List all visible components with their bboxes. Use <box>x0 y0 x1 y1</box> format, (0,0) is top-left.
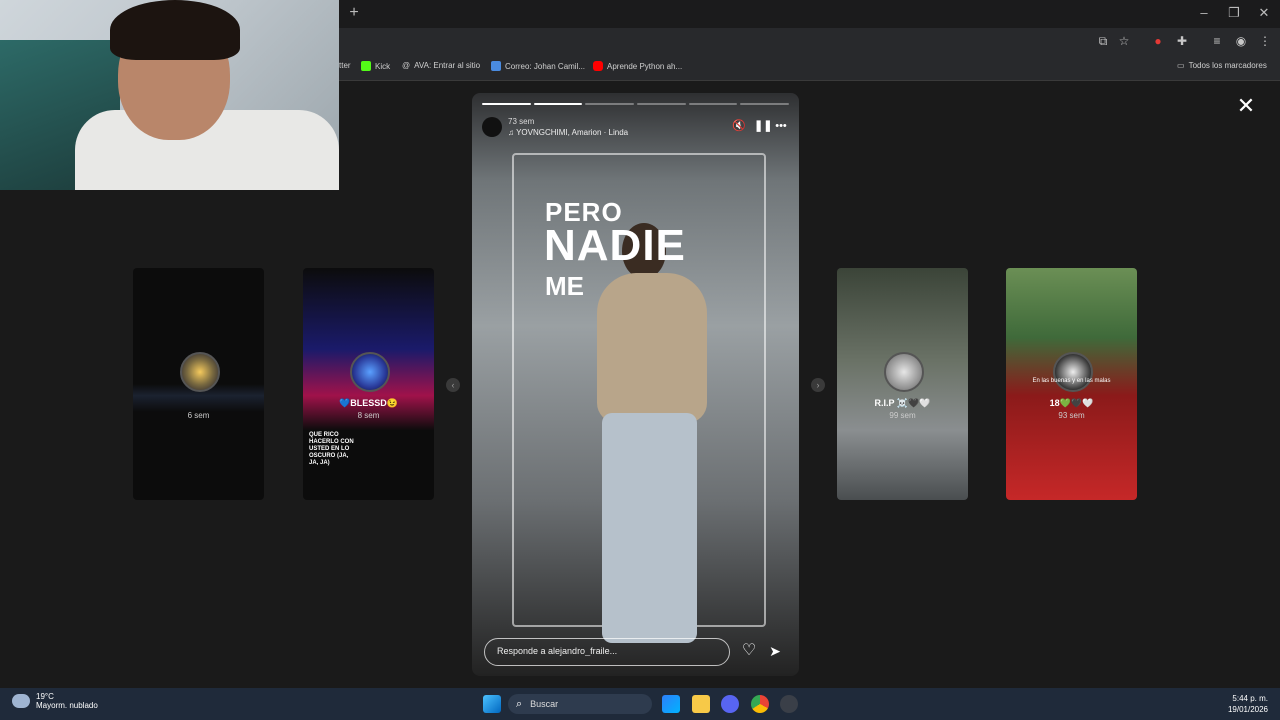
story-progress-bar <box>482 103 790 105</box>
story-username: R.I.P ☠️🖤🤍 <box>874 398 931 408</box>
story-song[interactable]: ♫ YOVNGCHIMI, Amarion · Linda <box>508 128 628 137</box>
pause-icon[interactable]: ❚❚ <box>754 119 772 133</box>
cloud-icon <box>12 694 30 708</box>
progress-segment <box>533 103 583 105</box>
minimize-button[interactable]: – <box>1194 5 1214 20</box>
webcam-overlay <box>0 0 339 190</box>
story-time: 93 sem <box>1058 411 1085 420</box>
taskbar-search[interactable]: ⌕ Buscar <box>508 694 652 714</box>
bookmark-item-kick[interactable]: Kick <box>361 61 390 71</box>
story-time: 6 sem <box>187 411 210 420</box>
star-icon[interactable]: ☆ <box>1117 34 1131 48</box>
story-text: ME <box>545 271 584 301</box>
avatar <box>1053 352 1093 392</box>
maximize-button[interactable]: ❐ <box>1224 5 1244 21</box>
more-options-icon[interactable]: ••• <box>774 119 788 133</box>
story-username: 💙BLESSD😉 <box>339 398 398 408</box>
progress-segment <box>637 103 686 105</box>
weather-description: Mayorm. nublado <box>36 701 98 710</box>
story-time: 8 sem <box>357 411 380 420</box>
system-clock[interactable]: 5:44 p. m. 19/01/2026 <box>1228 693 1268 715</box>
bookmark-item[interactable]: tter <box>339 61 351 70</box>
weather-widget[interactable]: 19°C Mayorm. nublado <box>12 692 98 710</box>
profile-icon[interactable]: ◉ <box>1234 34 1248 48</box>
app-icon[interactable] <box>780 695 798 713</box>
progress-segment <box>688 103 738 105</box>
mail-icon <box>491 61 501 71</box>
file-explorer-icon[interactable] <box>692 695 710 713</box>
story-caption: En las buenas y en las malas <box>1032 378 1111 384</box>
story-time: 73 sem <box>508 117 535 126</box>
progress-segment <box>482 103 531 105</box>
bookmark-item-mail[interactable]: Correo: Johan Camil... <box>491 61 585 71</box>
windows-start-icon[interactable] <box>483 695 501 713</box>
install-app-icon[interactable]: ⧉ <box>1096 34 1110 48</box>
kick-icon <box>361 61 371 71</box>
chevron-left-icon[interactable]: ‹ <box>446 378 460 392</box>
music-icon: ♫ <box>508 128 517 137</box>
story-preview-card[interactable]: En las buenas y en las malas 18💚🖤🤍 93 se… <box>1006 268 1137 500</box>
close-window-button[interactable]: ✕ <box>1254 5 1274 21</box>
bookmark-item-youtube[interactable]: Aprende Python ah... <box>593 61 682 71</box>
progress-segment <box>585 103 635 105</box>
youtube-icon <box>593 61 603 71</box>
media-control-icon[interactable]: ≡ <box>1210 34 1224 48</box>
story-song-label: YOVNGCHIMI, Amarion · Linda <box>516 128 629 137</box>
story-image <box>597 273 707 423</box>
story-username: 18💚🖤🤍 <box>1049 398 1094 408</box>
menu-dots-icon[interactable]: ⋮ <box>1258 34 1272 48</box>
chevron-right-icon[interactable]: › <box>811 378 825 392</box>
avatar <box>180 352 220 392</box>
clock-time: 5:44 p. m. <box>1232 694 1268 703</box>
story-preview-card[interactable]: 💙BLESSD😉 8 sem QUE RICO HACERLO CON USTE… <box>303 268 434 500</box>
all-bookmarks[interactable]: ▭ Todos los marcadores <box>1177 61 1267 70</box>
folder-icon: ▭ <box>1177 61 1185 70</box>
avatar <box>350 352 390 392</box>
discord-icon[interactable] <box>721 695 739 713</box>
avatar[interactable] <box>482 117 502 137</box>
story-image <box>602 413 697 643</box>
close-icon[interactable]: ✕ <box>1236 95 1256 117</box>
avatar <box>884 352 924 392</box>
bookmark-item-ava[interactable]: @ AVA: Entrar al sitio <box>402 61 480 70</box>
story-text: NADIE <box>544 221 686 270</box>
extension-record-icon[interactable]: ● <box>1151 34 1165 48</box>
weather-temperature: 19°C <box>36 692 54 701</box>
reply-input[interactable] <box>485 639 739 663</box>
story-preview-card[interactable]: R.I.P ☠️🖤🤍 99 sem <box>837 268 968 500</box>
copilot-icon[interactable] <box>662 695 680 713</box>
puzzle-icon[interactable]: ✚ <box>1175 34 1189 48</box>
active-story[interactable]: 73 sem ♫ YOVNGCHIMI, Amarion · Linda 🔇 ❚… <box>472 93 799 676</box>
at-icon: @ <box>402 61 411 70</box>
new-tab-button[interactable]: + <box>346 5 362 21</box>
webcam-image <box>110 0 240 60</box>
search-label: Buscar <box>530 699 559 709</box>
story-caption: QUE RICO HACERLO CON USTED EN LO OSCURO … <box>309 432 354 466</box>
story-header: 73 sem ♫ YOVNGCHIMI, Amarion · Linda 🔇 ❚… <box>482 115 789 139</box>
heart-icon[interactable]: ♡ <box>740 642 758 660</box>
story-time: 99 sem <box>889 411 916 420</box>
search-icon: ⌕ <box>516 697 523 710</box>
reply-field[interactable] <box>484 638 739 666</box>
send-icon[interactable]: ➤ <box>766 642 784 660</box>
chrome-icon[interactable] <box>751 695 769 713</box>
progress-segment <box>740 103 790 105</box>
story-preview-card[interactable]: 6 sem <box>133 268 264 500</box>
mute-icon[interactable]: 🔇 <box>732 119 746 133</box>
clock-date: 19/01/2026 <box>1227 705 1268 714</box>
